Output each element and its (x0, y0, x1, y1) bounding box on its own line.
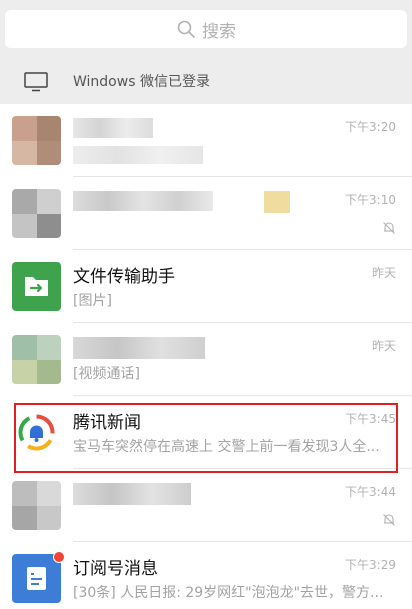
chat-title: 文件传输助手 (73, 267, 175, 287)
chat-time: 昨天 (371, 266, 396, 280)
avatar (12, 335, 61, 384)
chat-time: 下午3:20 (345, 120, 396, 134)
chat-item-tencent-news[interactable]: 腾讯新闻 宝马车突然停在高速上 交警上前一看发现3人全... 下午3:45 (0, 396, 412, 469)
search-placeholder: 搜索 (202, 21, 236, 42)
chat-time: 下午3:10 (345, 193, 396, 207)
chat-item[interactable]: [视频通话] 昨天 (0, 323, 412, 396)
monitor-icon (24, 72, 48, 92)
avatar (12, 481, 61, 530)
chat-time: 下午3:29 (345, 558, 396, 572)
avatar (12, 262, 61, 311)
desktop-login-bar[interactable]: Windows 微信已登录 (0, 58, 412, 104)
subscription-doc-icon (27, 567, 46, 590)
avatar (12, 116, 61, 165)
chat-time: 昨天 (371, 339, 396, 353)
chat-item[interactable]: 下午3:10 (0, 177, 412, 250)
mute-bell-icon (383, 222, 395, 234)
blurred-title (73, 191, 213, 211)
desktop-login-text: Windows 微信已登录 (73, 74, 210, 90)
chat-title: 腾讯新闻 (73, 413, 141, 433)
chat-preview: [图片] (73, 293, 112, 309)
chat-preview: 宝马车突然停在高速上 交警上前一看发现3人全... (73, 439, 380, 455)
blurred-title (73, 337, 205, 359)
avatar (12, 554, 61, 603)
chat-time: 下午3:44 (345, 485, 396, 499)
search-icon (177, 20, 195, 38)
blurred-preview (73, 146, 203, 164)
tencent-news-icon (18, 414, 55, 451)
mute-bell-icon (383, 514, 395, 526)
chat-preview: [30条] 人民日报: 29岁网红"泡泡龙"去世，警方... (73, 585, 384, 601)
unread-dot (53, 551, 65, 563)
blurred-emoji (264, 191, 290, 213)
chat-time: 下午3:45 (345, 412, 396, 426)
blurred-title (73, 483, 191, 505)
chat-item[interactable]: 下午3:20 (0, 104, 412, 177)
chat-preview: [视频通话] (73, 366, 140, 382)
chat-item-file-transfer[interactable]: 文件传输助手 [图片] 昨天 (0, 250, 412, 323)
chat-title: 订阅号消息 (73, 559, 158, 579)
avatar (12, 189, 61, 238)
chat-item[interactable]: 下午3:44 (0, 469, 412, 542)
avatar (12, 408, 61, 457)
blurred-title (73, 118, 153, 138)
chat-list: 下午3:20 下午3:10 文件传输助手 [图片] 昨天 [视频通话] 昨天 腾… (0, 104, 412, 609)
search-bar[interactable]: 搜索 (5, 10, 407, 48)
folder-transfer-icon (25, 277, 48, 296)
